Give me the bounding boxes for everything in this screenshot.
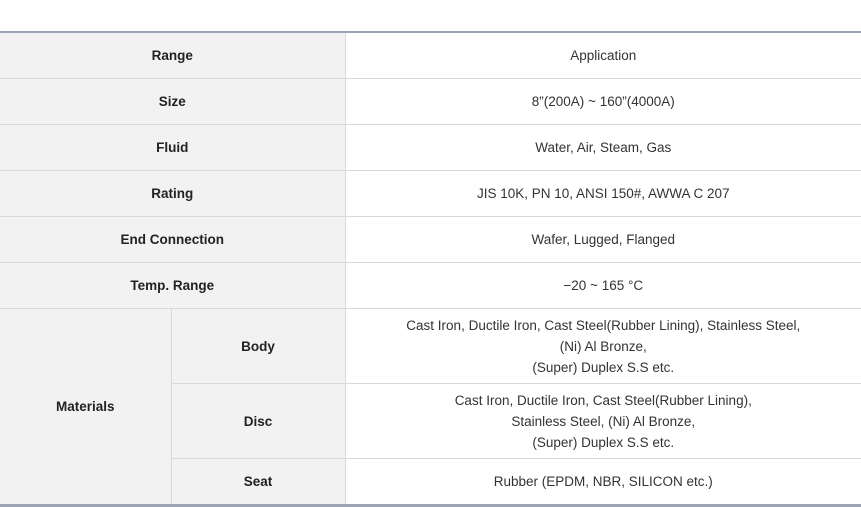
table-row-end-connection: End Connection Wafer, Lugged, Flanged	[0, 216, 861, 263]
body-line-3: (Super) Duplex S.S etc.	[532, 359, 675, 375]
row-label-fluid: Fluid	[0, 124, 346, 171]
row-value-rating: JIS 10K, PN 10, ANSI 150#, AWWA C 207	[345, 170, 861, 217]
row-label-seat: Seat	[171, 458, 346, 506]
table-row-temp-range: Temp. Range −20 ~ 165 °C	[0, 262, 861, 309]
disc-line-1: Cast Iron, Ductile Iron, Cast Steel(Rubb…	[454, 392, 752, 408]
row-value-end-connection: Wafer, Lugged, Flanged	[345, 216, 861, 263]
disc-line-2: Stainless Steel, (Ni) Al Bronze,	[511, 413, 696, 429]
table-header-row: Range Application	[0, 32, 861, 79]
row-value-size: 8”(200A) ~ 160”(4000A)	[345, 78, 861, 125]
row-label-body: Body	[171, 308, 346, 384]
row-label-rating: Rating	[0, 170, 346, 217]
row-value-seat: Rubber (EPDM, NBR, SILICON etc.)	[345, 458, 861, 506]
disc-line-3: (Super) Duplex S.S etc.	[532, 434, 675, 450]
row-value-fluid: Water, Air, Steam, Gas	[345, 124, 861, 171]
application-header: Application	[345, 32, 861, 79]
table-row-body: Materials Body Cast Iron, Ductile Iron, …	[0, 308, 861, 506]
row-value-body: Cast Iron, Ductile Iron, Cast Steel(Rubb…	[345, 308, 861, 384]
table-row-rating: Rating JIS 10K, PN 10, ANSI 150#, AWWA C…	[0, 170, 861, 217]
range-header: Range	[0, 32, 346, 79]
row-label-materials: Materials	[0, 308, 172, 506]
body-line-2: (Ni) Al Bronze,	[559, 338, 647, 354]
table-row-fluid: Fluid Water, Air, Steam, Gas	[0, 124, 861, 171]
row-label-end-connection: End Connection	[0, 216, 346, 263]
body-line-1: Cast Iron, Ductile Iron, Cast Steel(Rubb…	[406, 317, 801, 333]
specification-table: Range Application Size 8”(200A) ~ 160”(4…	[0, 31, 861, 507]
row-label-disc: Disc	[171, 383, 346, 459]
table-row-size: Size 8”(200A) ~ 160”(4000A)	[0, 78, 861, 125]
row-label-size: Size	[0, 78, 346, 125]
row-value-disc: Cast Iron, Ductile Iron, Cast Steel(Rubb…	[345, 383, 861, 459]
row-value-temp-range: −20 ~ 165 °C	[345, 262, 861, 309]
row-label-temp-range: Temp. Range	[0, 262, 346, 309]
